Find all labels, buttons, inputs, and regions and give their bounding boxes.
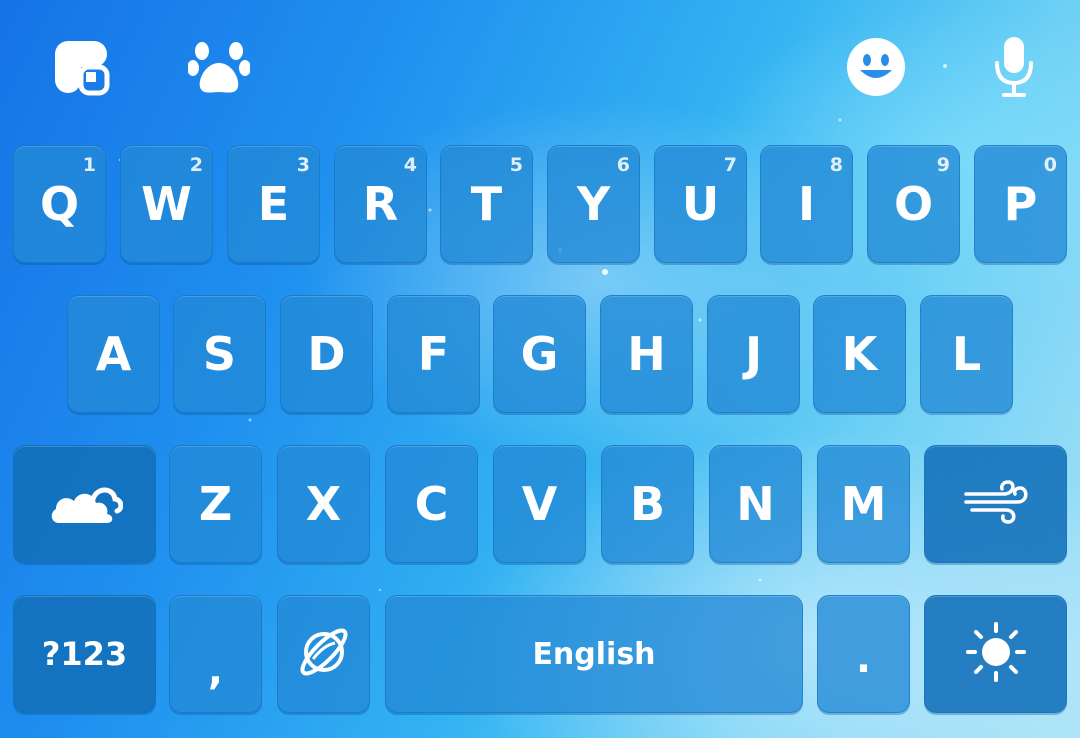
key-label: D bbox=[307, 327, 346, 381]
comma-label: , bbox=[207, 648, 224, 694]
key-label: T bbox=[470, 177, 503, 231]
key-label: A bbox=[95, 327, 132, 381]
symbols-key[interactable]: ?123 bbox=[13, 595, 156, 713]
key-h[interactable]: H bbox=[600, 295, 693, 413]
key-k[interactable]: K bbox=[813, 295, 906, 413]
key-w[interactable]: 2W bbox=[120, 145, 213, 263]
key-label: I bbox=[797, 177, 816, 231]
key-s[interactable]: S bbox=[173, 295, 266, 413]
period-label: . bbox=[855, 636, 872, 682]
key-hint: 0 bbox=[1043, 154, 1057, 176]
key-hint: 8 bbox=[829, 154, 843, 176]
key-label: V bbox=[521, 477, 558, 531]
key-label: O bbox=[893, 177, 934, 231]
key-l[interactable]: L bbox=[920, 295, 1013, 413]
comma-key[interactable]: , bbox=[169, 595, 262, 713]
clouds-icon bbox=[47, 479, 123, 529]
key-t[interactable]: 5T bbox=[440, 145, 533, 263]
key-c[interactable]: C bbox=[385, 445, 478, 563]
key-f[interactable]: F bbox=[387, 295, 480, 413]
key-e[interactable]: 3E bbox=[227, 145, 320, 263]
key-b[interactable]: B bbox=[601, 445, 694, 563]
key-label: S bbox=[202, 327, 237, 381]
key-hint: 9 bbox=[936, 154, 950, 176]
key-label: U bbox=[681, 177, 720, 231]
key-label: E bbox=[257, 177, 290, 231]
key-label: M bbox=[840, 477, 887, 531]
paw-icon[interactable] bbox=[186, 36, 252, 98]
key-u[interactable]: 7U bbox=[654, 145, 747, 263]
key-label: W bbox=[141, 177, 192, 231]
key-hint: 2 bbox=[189, 154, 203, 176]
key-label: R bbox=[362, 177, 399, 231]
key-d[interactable]: D bbox=[280, 295, 373, 413]
key-i[interactable]: 8I bbox=[760, 145, 853, 263]
shift-key[interactable] bbox=[13, 445, 156, 563]
key-x[interactable]: X bbox=[277, 445, 370, 563]
key-label: K bbox=[841, 327, 878, 381]
key-v[interactable]: V bbox=[493, 445, 586, 563]
key-label: H bbox=[627, 327, 666, 381]
enter-key[interactable] bbox=[924, 595, 1067, 713]
language-key[interactable] bbox=[277, 595, 370, 713]
key-label: Z bbox=[198, 477, 233, 531]
microphone-icon[interactable] bbox=[984, 34, 1044, 100]
backspace-key[interactable] bbox=[924, 445, 1067, 563]
key-hint: 6 bbox=[616, 154, 630, 176]
key-g[interactable]: G bbox=[493, 295, 586, 413]
sun-icon bbox=[964, 620, 1028, 688]
key-hint: 7 bbox=[723, 154, 737, 176]
key-a[interactable]: A bbox=[67, 295, 160, 413]
key-label: Y bbox=[576, 177, 611, 231]
wind-icon bbox=[963, 480, 1028, 528]
key-m[interactable]: M bbox=[817, 445, 910, 563]
emoji-icon[interactable] bbox=[843, 36, 909, 98]
key-hint: 5 bbox=[509, 154, 523, 176]
space-label: English bbox=[532, 636, 656, 672]
key-label: P bbox=[1003, 177, 1038, 231]
key-hint: 4 bbox=[403, 154, 417, 176]
key-label: F bbox=[417, 327, 450, 381]
key-n[interactable]: N bbox=[709, 445, 802, 563]
key-label: L bbox=[951, 327, 982, 381]
key-label: Q bbox=[39, 177, 80, 231]
space-key[interactable]: English bbox=[385, 595, 803, 713]
period-key[interactable]: . bbox=[817, 595, 910, 713]
key-j[interactable]: J bbox=[707, 295, 800, 413]
clover-app-icon[interactable] bbox=[48, 36, 114, 98]
symbols-label: ?123 bbox=[41, 635, 128, 673]
planet-icon bbox=[293, 621, 355, 687]
key-q[interactable]: 1Q bbox=[13, 145, 106, 263]
keyboard: 1Q 2W 3E 4R 5T 6Y 7U 8I 9O 0P A S D F G … bbox=[0, 0, 1080, 738]
key-label: B bbox=[629, 477, 666, 531]
key-label: C bbox=[414, 477, 449, 531]
key-label: J bbox=[744, 327, 763, 381]
key-label: X bbox=[305, 477, 342, 531]
key-r[interactable]: 4R bbox=[334, 145, 427, 263]
key-hint: 1 bbox=[82, 154, 96, 176]
key-y[interactable]: 6Y bbox=[547, 145, 640, 263]
key-p[interactable]: 0P bbox=[974, 145, 1067, 263]
key-label: N bbox=[736, 477, 775, 531]
key-hint: 3 bbox=[296, 154, 310, 176]
key-label: G bbox=[520, 327, 559, 381]
key-o[interactable]: 9O bbox=[867, 145, 960, 263]
key-z[interactable]: Z bbox=[169, 445, 262, 563]
